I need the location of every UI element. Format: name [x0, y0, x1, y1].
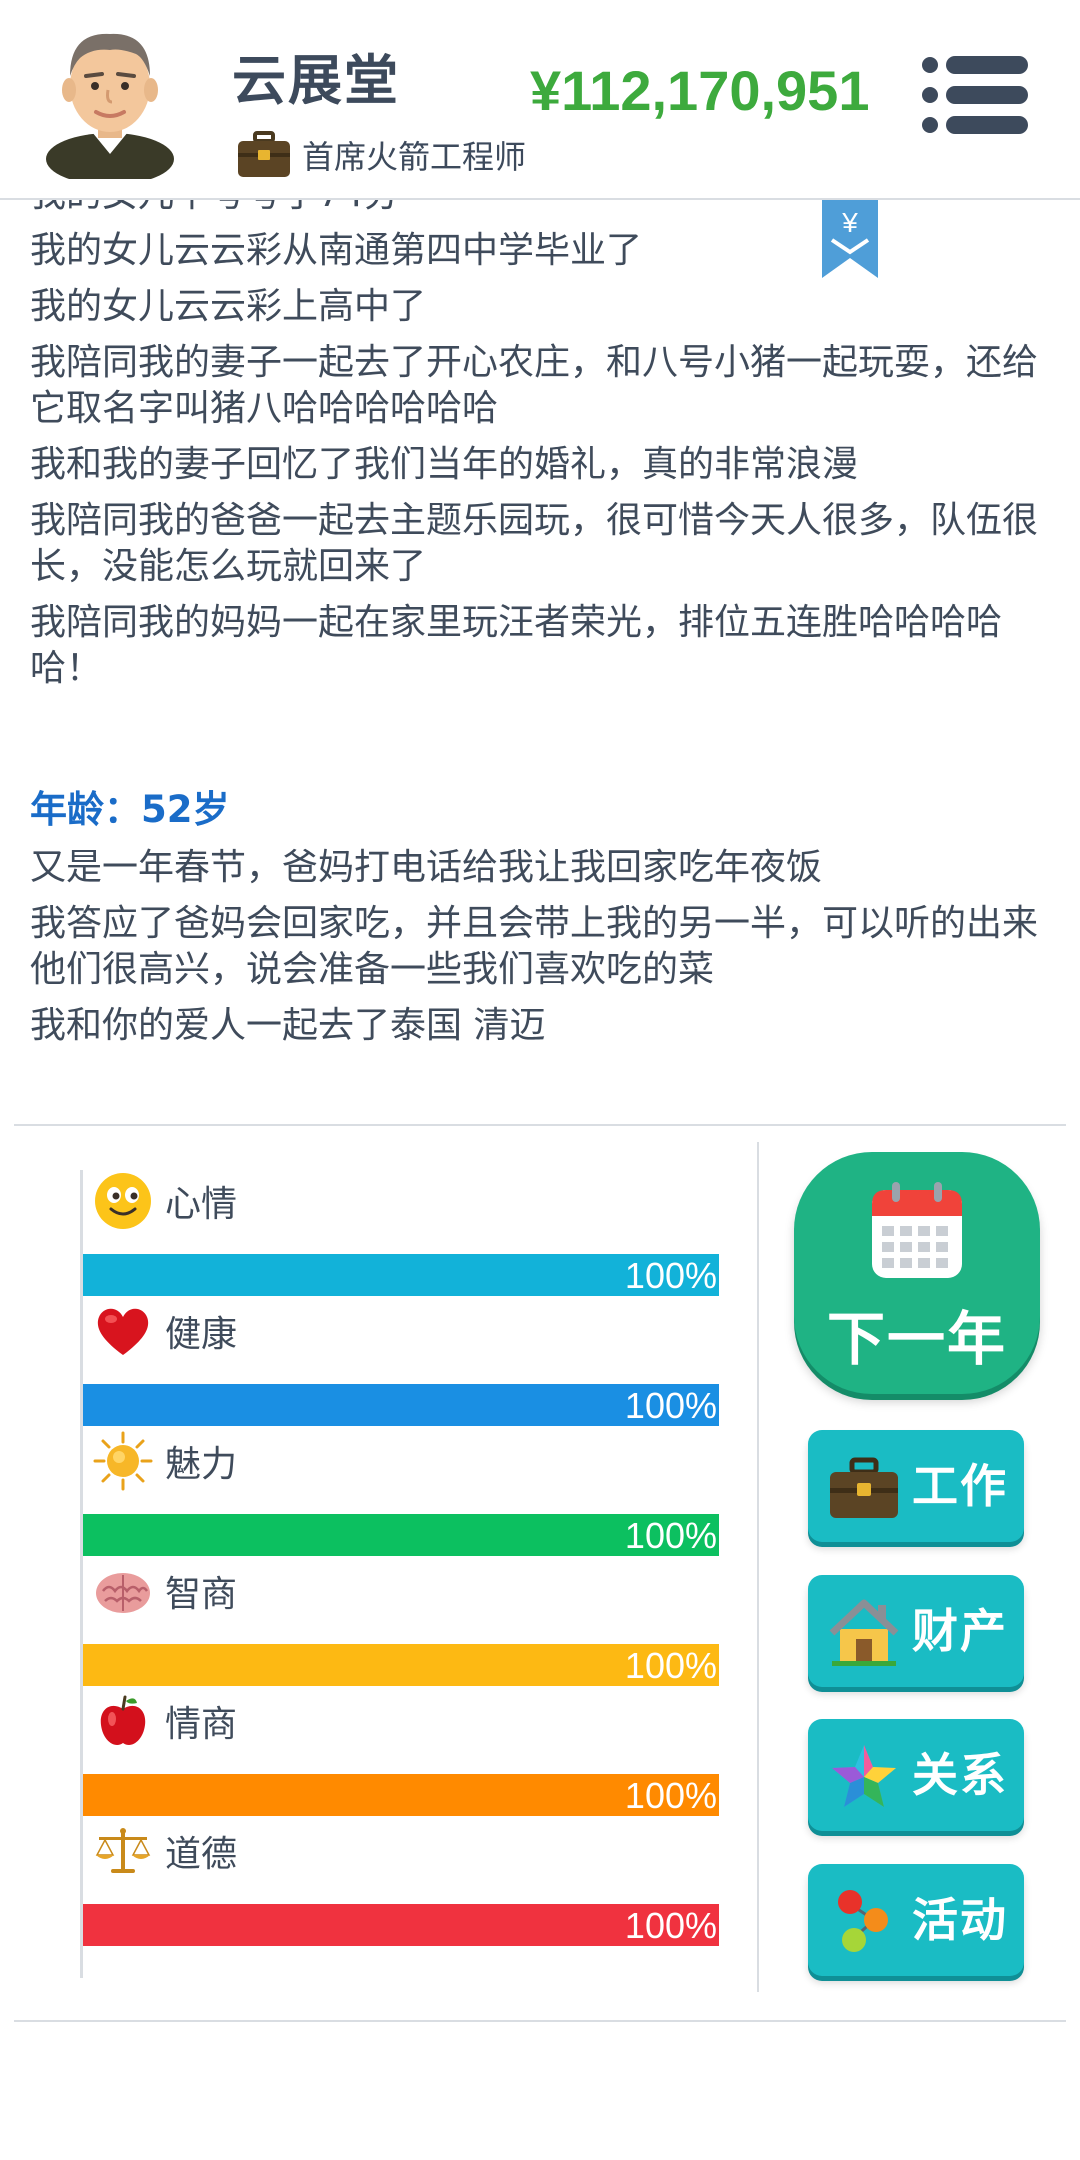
briefcase-icon: [238, 131, 290, 177]
menu-icon: [922, 56, 1028, 134]
stat-bar: 100%: [83, 1644, 719, 1686]
stat-mood: 心情 100%: [83, 1170, 723, 1296]
job-row: 首席火箭工程师: [236, 130, 526, 180]
log-line: 我的女儿云云彩从南通第四中学毕业了: [30, 230, 643, 271]
section-divider: [14, 1124, 1066, 1126]
log-content: 我的女儿中考考了74分 我的女儿云云彩从南通第四中学毕业了 我的女儿云云彩上高中…: [30, 200, 1040, 1059]
stat-label: 心情: [165, 1184, 238, 1225]
stat-value: 100%: [624, 1775, 717, 1816]
scales-icon: [95, 1828, 151, 1873]
log-line: 我陪同我的妈妈一起在家里玩汪者荣光，排位五连胜哈哈哈哈哈！: [30, 602, 1003, 689]
stat-eq: 情商 100%: [83, 1690, 723, 1816]
calendar-icon: [872, 1182, 962, 1278]
avatar[interactable]: [40, 14, 180, 185]
stat-morality: 道德 100%: [83, 1820, 723, 1946]
stat-iq: 智商 100%: [83, 1560, 723, 1686]
stat-label: 情商: [165, 1704, 238, 1745]
panel-divider: [757, 1142, 759, 1992]
briefcase-icon: [830, 1457, 898, 1518]
stat-value: 100%: [624, 1255, 717, 1296]
stat-bar: 100%: [83, 1384, 719, 1426]
log-line: 我答应了爸妈会回家吃，并且会带上我的另一半，可以听的出来他们很高兴，说会准备一些…: [30, 903, 1039, 990]
activity-label: 活动: [912, 1893, 1008, 1947]
stat-fill: [83, 1774, 719, 1816]
stat-value: 100%: [624, 1515, 717, 1556]
stat-fill: [83, 1254, 719, 1296]
work-label: 工作: [912, 1459, 1008, 1513]
property-label: 财产: [912, 1604, 1008, 1658]
job-title: 首席火箭工程师: [302, 138, 527, 176]
stat-health: 健康 100%: [83, 1300, 723, 1426]
stat-charm: 魅力 100%: [83, 1430, 723, 1556]
brain-icon: [96, 1573, 150, 1613]
relationship-label: 关系: [912, 1748, 1008, 1802]
money-balance: ¥112,170,951: [530, 59, 870, 122]
player-name: 云展堂: [232, 49, 400, 112]
stat-bar: 100%: [83, 1774, 719, 1816]
stat-value: 100%: [624, 1645, 717, 1686]
stat-fill: [83, 1644, 719, 1686]
stat-fill: [83, 1904, 719, 1946]
menu-button[interactable]: [920, 52, 1030, 138]
stat-label: 道德: [165, 1834, 238, 1875]
stat-bar: 100%: [83, 1904, 719, 1946]
relationship-button[interactable]: 关系: [808, 1719, 1024, 1831]
life-event-log[interactable]: 我的女儿中考考了74分 我的女儿云云彩从南通第四中学毕业了 我的女儿云云彩上高中…: [0, 200, 1080, 1124]
stat-fill: [83, 1514, 719, 1556]
work-button[interactable]: 工作: [808, 1430, 1024, 1542]
stat-label: 健康: [165, 1314, 238, 1355]
stat-bar: 100%: [83, 1514, 719, 1556]
section-divider: [14, 2020, 1066, 2022]
log-line: 又是一年春节，爸妈打电话给我让我回家吃年夜饭: [30, 847, 823, 888]
property-button[interactable]: 财产: [808, 1575, 1024, 1687]
smiley-icon: [95, 1173, 151, 1229]
stat-fill: [83, 1384, 719, 1426]
log-line: 我和我的妻子回忆了我们当年的婚礼，真的非常浪漫: [30, 444, 859, 485]
activity-dots-icon: [838, 1890, 888, 1952]
log-line: 我陪同我的爸爸一起去主题乐园玩，很可惜今天人很多，队伍很长，没能怎么玩就回来了: [30, 500, 1039, 587]
stat-label: 智商: [165, 1574, 238, 1615]
next-year-button[interactable]: 下一年: [794, 1152, 1040, 1394]
star-icon: [832, 1745, 896, 1807]
stats-panel: 心情 100% 健康 100% 魅力 100% 智商 100% 情商 100% …: [80, 1170, 723, 1978]
stat-value: 100%: [624, 1905, 717, 1946]
bookmark-symbol: ¥: [841, 207, 858, 238]
age-heading: 年龄：52岁: [30, 788, 230, 831]
stat-value: 100%: [624, 1385, 717, 1426]
house-icon: [829, 1599, 899, 1666]
log-line: 我的女儿云云彩上高中了: [30, 286, 427, 327]
heart-icon: [97, 1308, 149, 1355]
stat-bar: 100%: [83, 1254, 719, 1296]
activity-button[interactable]: 活动: [808, 1864, 1024, 1976]
next-year-label: 下一年: [826, 1305, 1007, 1373]
yen-bookmark-icon[interactable]: ¥: [822, 200, 878, 278]
apple-icon: [100, 1695, 146, 1745]
log-line: 我陪同我的妻子一起去了开心农庄，和八号小猪一起玩耍，还给它取名字叫猪八哈哈哈哈哈…: [30, 342, 1039, 429]
stat-label: 魅力: [165, 1444, 238, 1485]
log-line: 我和你的爱人一起去了泰国 清迈: [30, 1005, 546, 1046]
log-line: 我的女儿中考考了74分: [30, 200, 1040, 218]
sun-icon: [93, 1431, 153, 1491]
top-header: 云展堂 首席火箭工程师 ¥112,170,951: [0, 0, 1080, 200]
